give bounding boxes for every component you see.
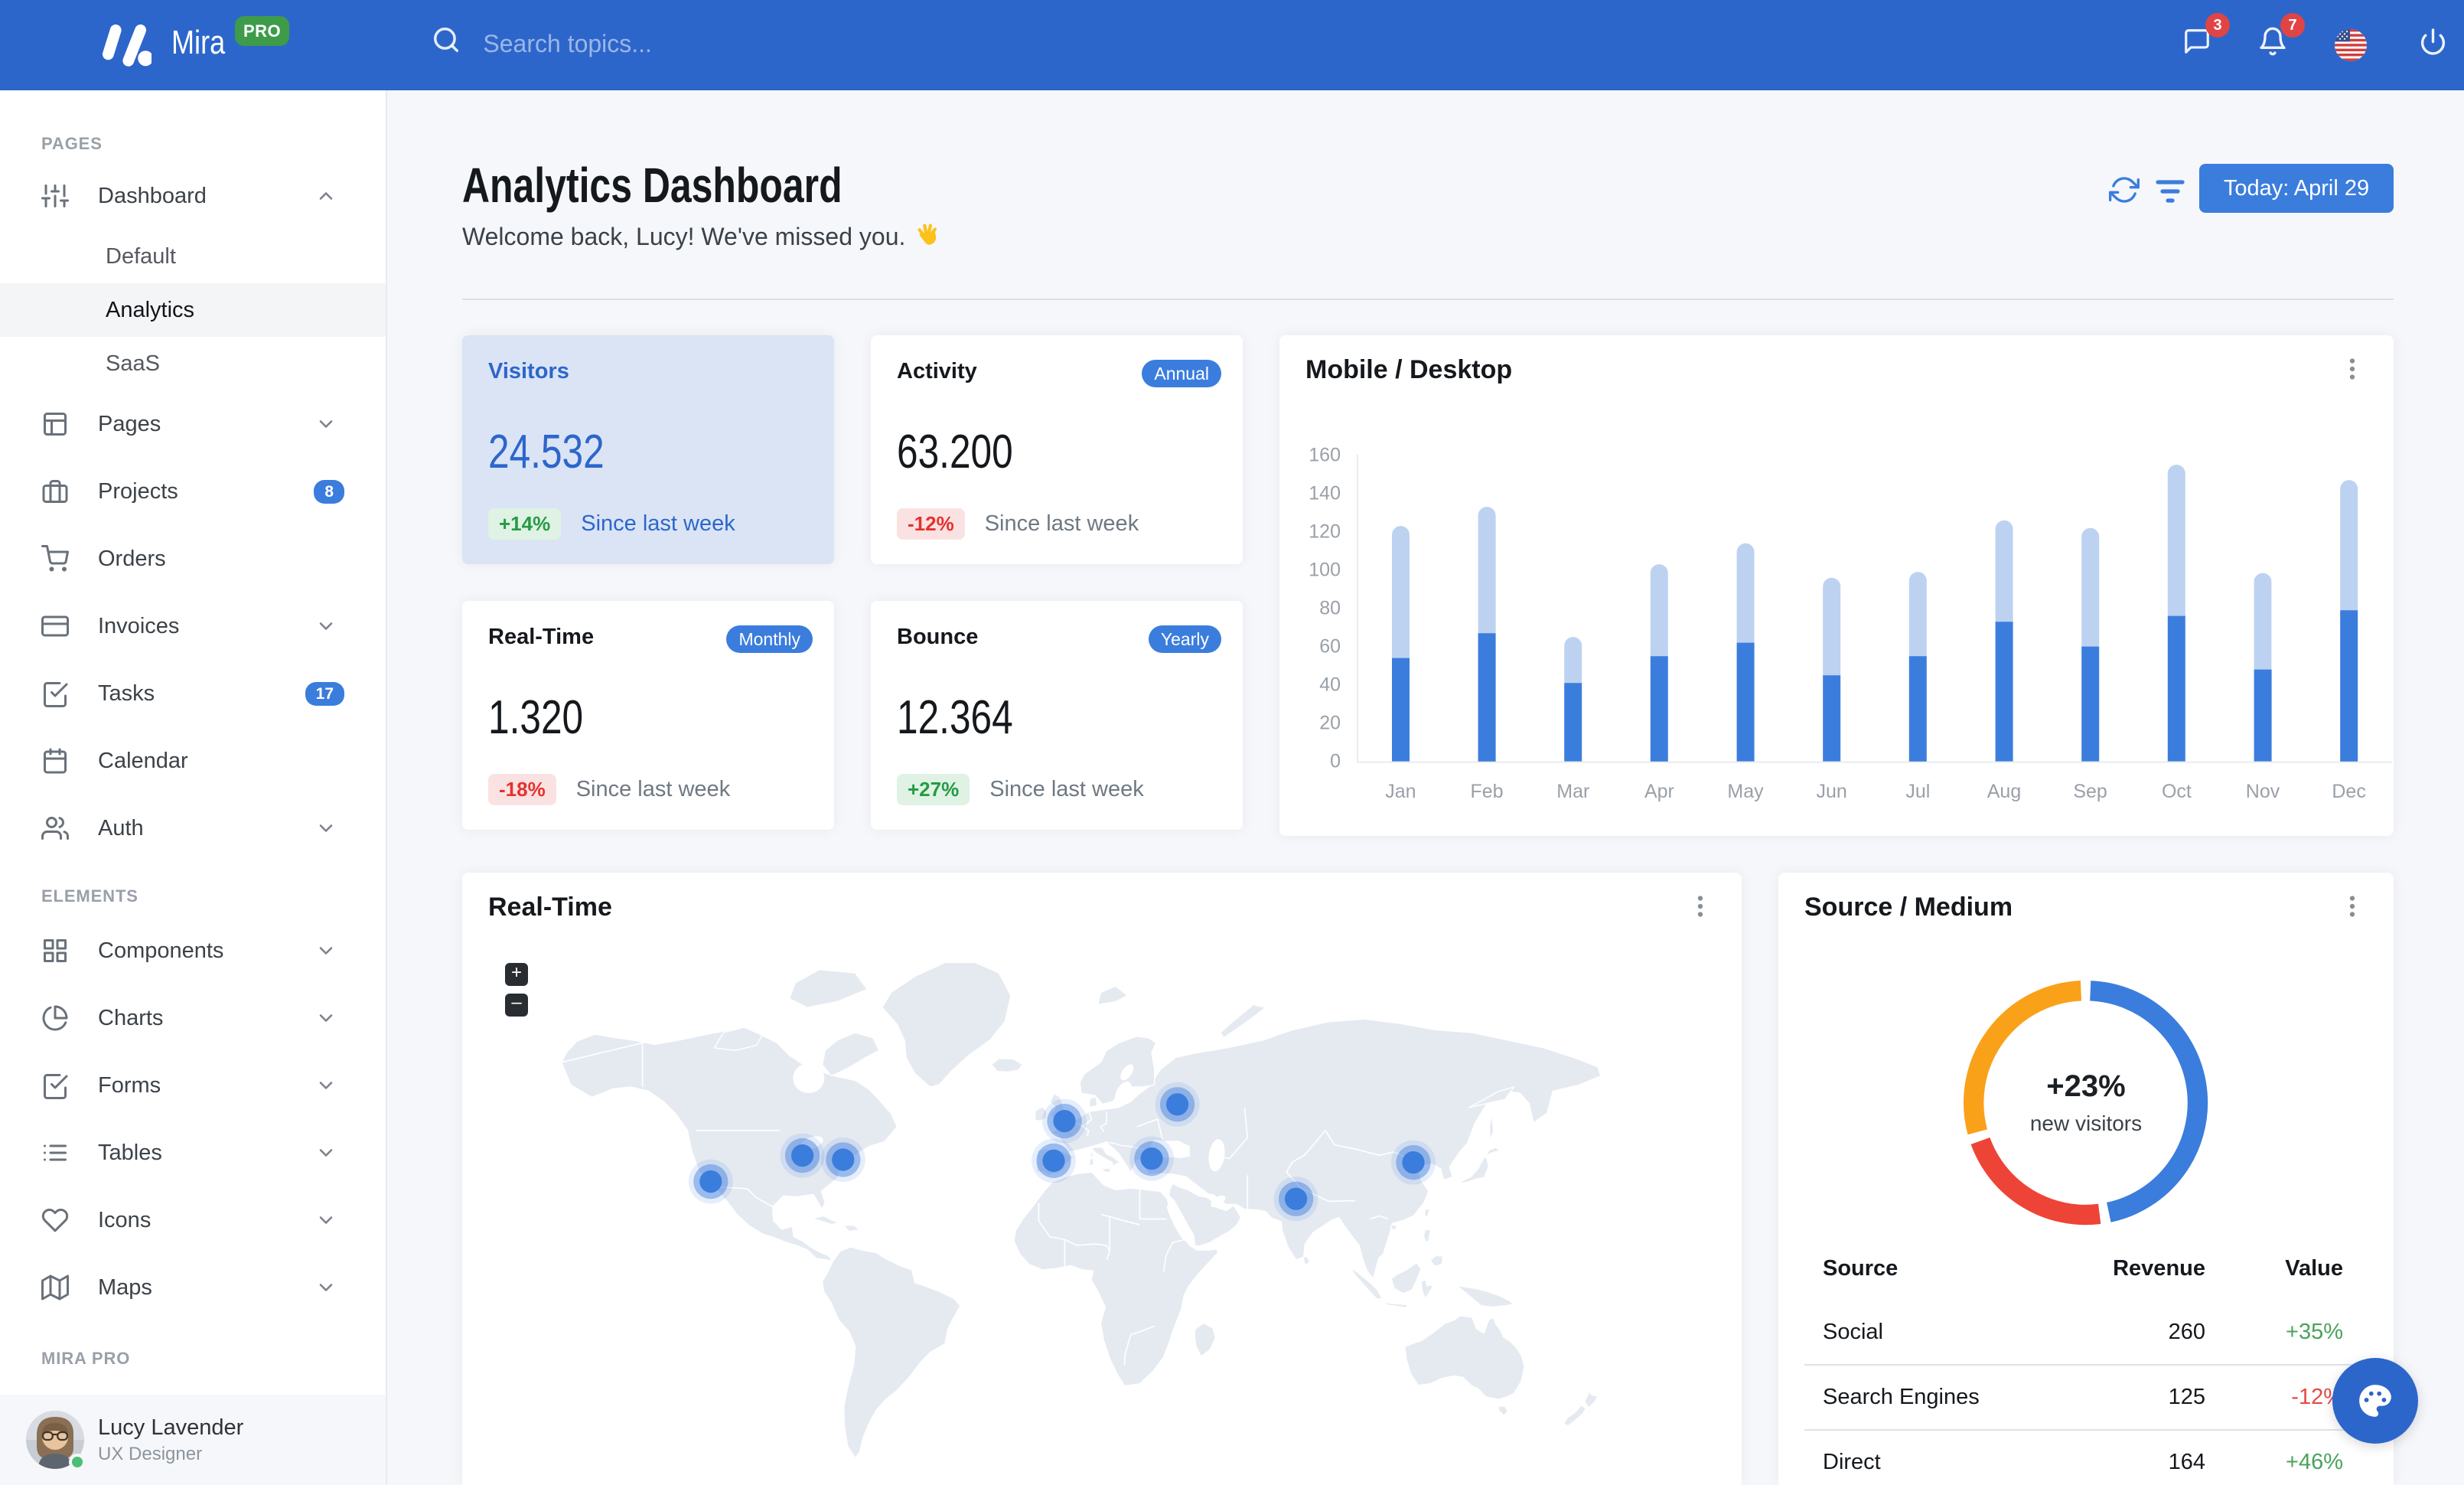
svg-text:Aug: Aug	[1987, 781, 2021, 802]
svg-text:20: 20	[1319, 713, 1341, 734]
svg-text:140: 140	[1309, 483, 1341, 504]
svg-text:May: May	[1727, 781, 1764, 802]
svg-text:40: 40	[1319, 674, 1341, 696]
svg-text:Mar: Mar	[1556, 781, 1589, 802]
svg-text:Dec: Dec	[2332, 781, 2365, 802]
svg-text:Jul: Jul	[1905, 781, 1930, 802]
svg-text:60: 60	[1319, 636, 1341, 658]
svg-text:0: 0	[1330, 751, 1341, 772]
svg-text:Sep: Sep	[2073, 781, 2107, 802]
svg-text:Oct: Oct	[2162, 781, 2192, 802]
svg-text:80: 80	[1319, 598, 1341, 619]
svg-text:100: 100	[1309, 560, 1341, 581]
svg-text:Nov: Nov	[2246, 781, 2280, 802]
svg-text:Jun: Jun	[1816, 781, 1846, 802]
svg-text:Jan: Jan	[1385, 781, 1416, 802]
svg-text:Apr: Apr	[1644, 781, 1674, 802]
svg-text:Feb: Feb	[1470, 781, 1503, 802]
svg-text:160: 160	[1309, 445, 1341, 466]
svg-text:120: 120	[1309, 521, 1341, 543]
